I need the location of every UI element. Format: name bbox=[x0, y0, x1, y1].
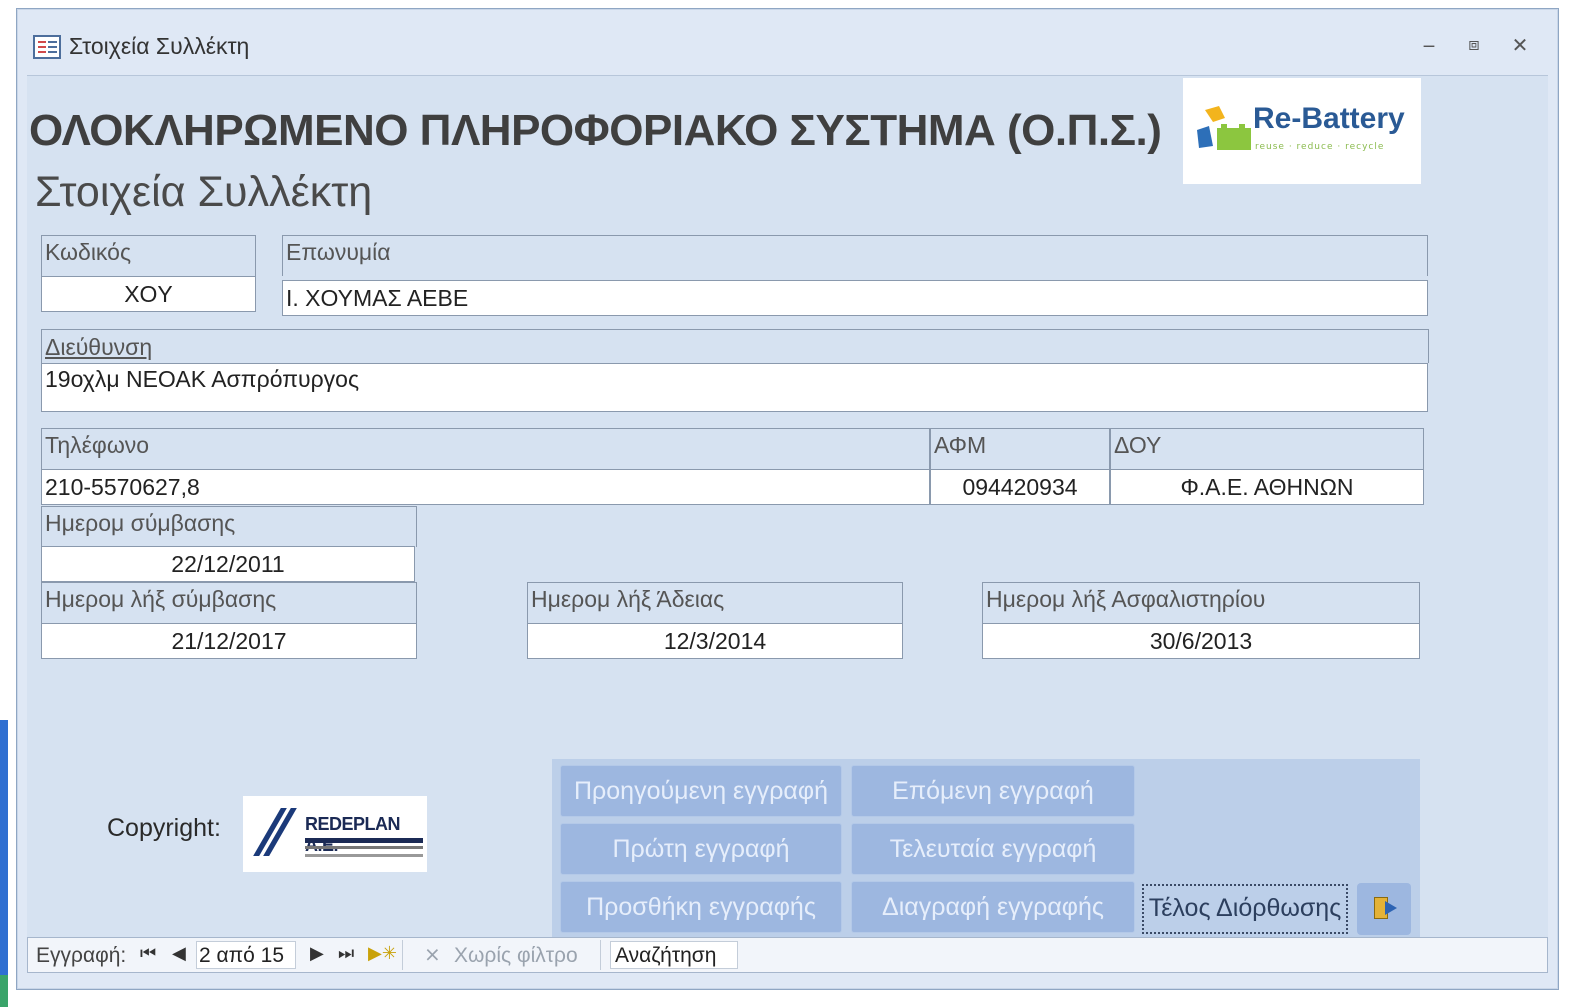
first-record-button[interactable]: Πρώτη εγγραφή bbox=[560, 823, 842, 875]
add-record-button[interactable]: Προσθήκη εγγραφής bbox=[560, 881, 842, 933]
contract-end-label: Ημερομ λήξ σύμβασης bbox=[41, 582, 417, 623]
next-record-icon[interactable]: ▶ bbox=[310, 943, 324, 964]
code-label: Κωδικός bbox=[41, 235, 256, 276]
divider bbox=[402, 940, 403, 970]
delete-record-button[interactable]: Διαγραφή εγγραφής bbox=[851, 881, 1135, 933]
previous-record-icon[interactable]: ◀ bbox=[172, 943, 186, 964]
background-strip bbox=[0, 720, 8, 1007]
redeplan-wordmark: REDEPLAN A.E. bbox=[305, 814, 401, 855]
form-icon bbox=[33, 35, 61, 59]
record-position-input[interactable]: 2 από 15 bbox=[196, 941, 296, 969]
afm-label: ΑΦΜ bbox=[930, 428, 1110, 469]
redeplan-slash-icon bbox=[253, 808, 297, 856]
close-icon[interactable]: ✕ bbox=[1506, 31, 1534, 59]
no-filter-label[interactable]: Χωρίς φίλτρο bbox=[454, 944, 578, 968]
exit-arrow-icon bbox=[1385, 901, 1397, 915]
code-field[interactable]: XOY bbox=[41, 276, 256, 312]
name-field[interactable]: Ι. ΧΟΥΜΑΣ ΑΕΒΕ bbox=[282, 280, 1428, 316]
record-label: Εγγραφή: bbox=[36, 944, 127, 967]
logo-tagline: reuse · reduce · recycle bbox=[1255, 142, 1385, 152]
phone-field[interactable]: 210-5570627,8 bbox=[41, 469, 930, 505]
record-navigation-bar: Εγγραφή: ⏮ ◀ 2 από 15 ▶ ⏭ ▶✳ ⨯ Χωρίς φίλ… bbox=[27, 937, 1548, 973]
exit-button[interactable] bbox=[1357, 883, 1411, 935]
doy-label: ΔΟΥ bbox=[1110, 428, 1424, 469]
contract-date-label: Ημερομ σύμβασης bbox=[41, 506, 417, 547]
previous-record-button[interactable]: Προηγούμενη εγγραφή bbox=[560, 765, 842, 817]
divider bbox=[600, 940, 601, 970]
window-title: Στοιχεία Συλλέκτη bbox=[69, 33, 250, 59]
doy-field[interactable]: Φ.Α.Ε. ΑΘΗΝΩΝ bbox=[1110, 469, 1424, 505]
search-input[interactable]: Αναζήτηση bbox=[610, 941, 738, 969]
form-subheading: Στοιχεία Συλλέκτη bbox=[35, 168, 373, 216]
form-body: ΟΛΟΚΛΗΡΩΜΕΝΟ ΠΛΗΡΟΦΟΡΙΑΚΟ ΣΥΣΤΗΜΑ (Ο.Π.Σ… bbox=[27, 75, 1548, 943]
last-record-icon[interactable]: ⏭ bbox=[338, 943, 354, 964]
end-edit-button[interactable]: Τέλος Διόρθωσης bbox=[1142, 884, 1348, 934]
command-panel: Προηγούμενη εγγραφή Επόμενη εγγραφή Πρώτ… bbox=[552, 759, 1420, 943]
logo-bar bbox=[305, 838, 423, 843]
form-window: Στοιχεία Συλλέκτη ‒ ⧈ ✕ ΟΛΟΚΛΗΡΩΜΕΝΟ ΠΛΗ… bbox=[16, 8, 1559, 990]
afm-field[interactable]: 094420934 bbox=[930, 469, 1110, 505]
system-heading: ΟΛΟΚΛΗΡΩΜΕΝΟ ΠΛΗΡΟΦΟΡΙΑΚΟ ΣΥΣΤΗΜΑ (Ο.Π.Σ… bbox=[29, 106, 1162, 155]
phone-label: Τηλέφωνο bbox=[41, 428, 930, 469]
logo-line bbox=[305, 854, 423, 857]
address-label: Διεύθυνση bbox=[41, 329, 1429, 363]
insurance-end-label: Ημερομ λήξ Ασφαλιστηρίου bbox=[982, 582, 1420, 623]
logo-wordmark: Re-Battery bbox=[1253, 102, 1405, 135]
logo-line bbox=[305, 846, 423, 849]
contract-end-field[interactable]: 21/12/2017 bbox=[41, 623, 417, 659]
filter-icon[interactable]: ⨯ bbox=[424, 942, 441, 967]
recycle-battery-icon bbox=[1197, 106, 1251, 150]
new-record-icon[interactable]: ▶✳ bbox=[368, 943, 397, 964]
minimize-icon[interactable]: ‒ bbox=[1415, 31, 1443, 59]
contract-date-field[interactable]: 22/12/2011 bbox=[41, 546, 415, 582]
name-label: Επωνυμία bbox=[282, 235, 1428, 276]
copyright-label: Copyright: bbox=[107, 814, 221, 842]
first-record-icon[interactable]: ⏮ bbox=[140, 943, 156, 964]
background-strip-green bbox=[0, 975, 8, 1007]
restore-icon[interactable]: ⧈ bbox=[1460, 31, 1488, 59]
next-record-button[interactable]: Επόμενη εγγραφή bbox=[851, 765, 1135, 817]
title-bar: Στοιχεία Συλλέκτη ‒ ⧈ ✕ bbox=[17, 9, 1558, 77]
license-end-field[interactable]: 12/3/2014 bbox=[527, 623, 903, 659]
re-battery-logo: Re-Battery reuse · reduce · recycle bbox=[1183, 78, 1421, 184]
insurance-end-field[interactable]: 30/6/2013 bbox=[982, 623, 1420, 659]
license-end-label: Ημερομ λήξ Άδειας bbox=[527, 582, 903, 623]
address-field[interactable]: 19οχλμ ΝΕΟΑΚ Ασπρόπυργος bbox=[41, 363, 1428, 412]
last-record-button[interactable]: Τελευταία εγγραφή bbox=[851, 823, 1135, 875]
redeplan-logo: REDEPLAN A.E. bbox=[243, 796, 427, 872]
